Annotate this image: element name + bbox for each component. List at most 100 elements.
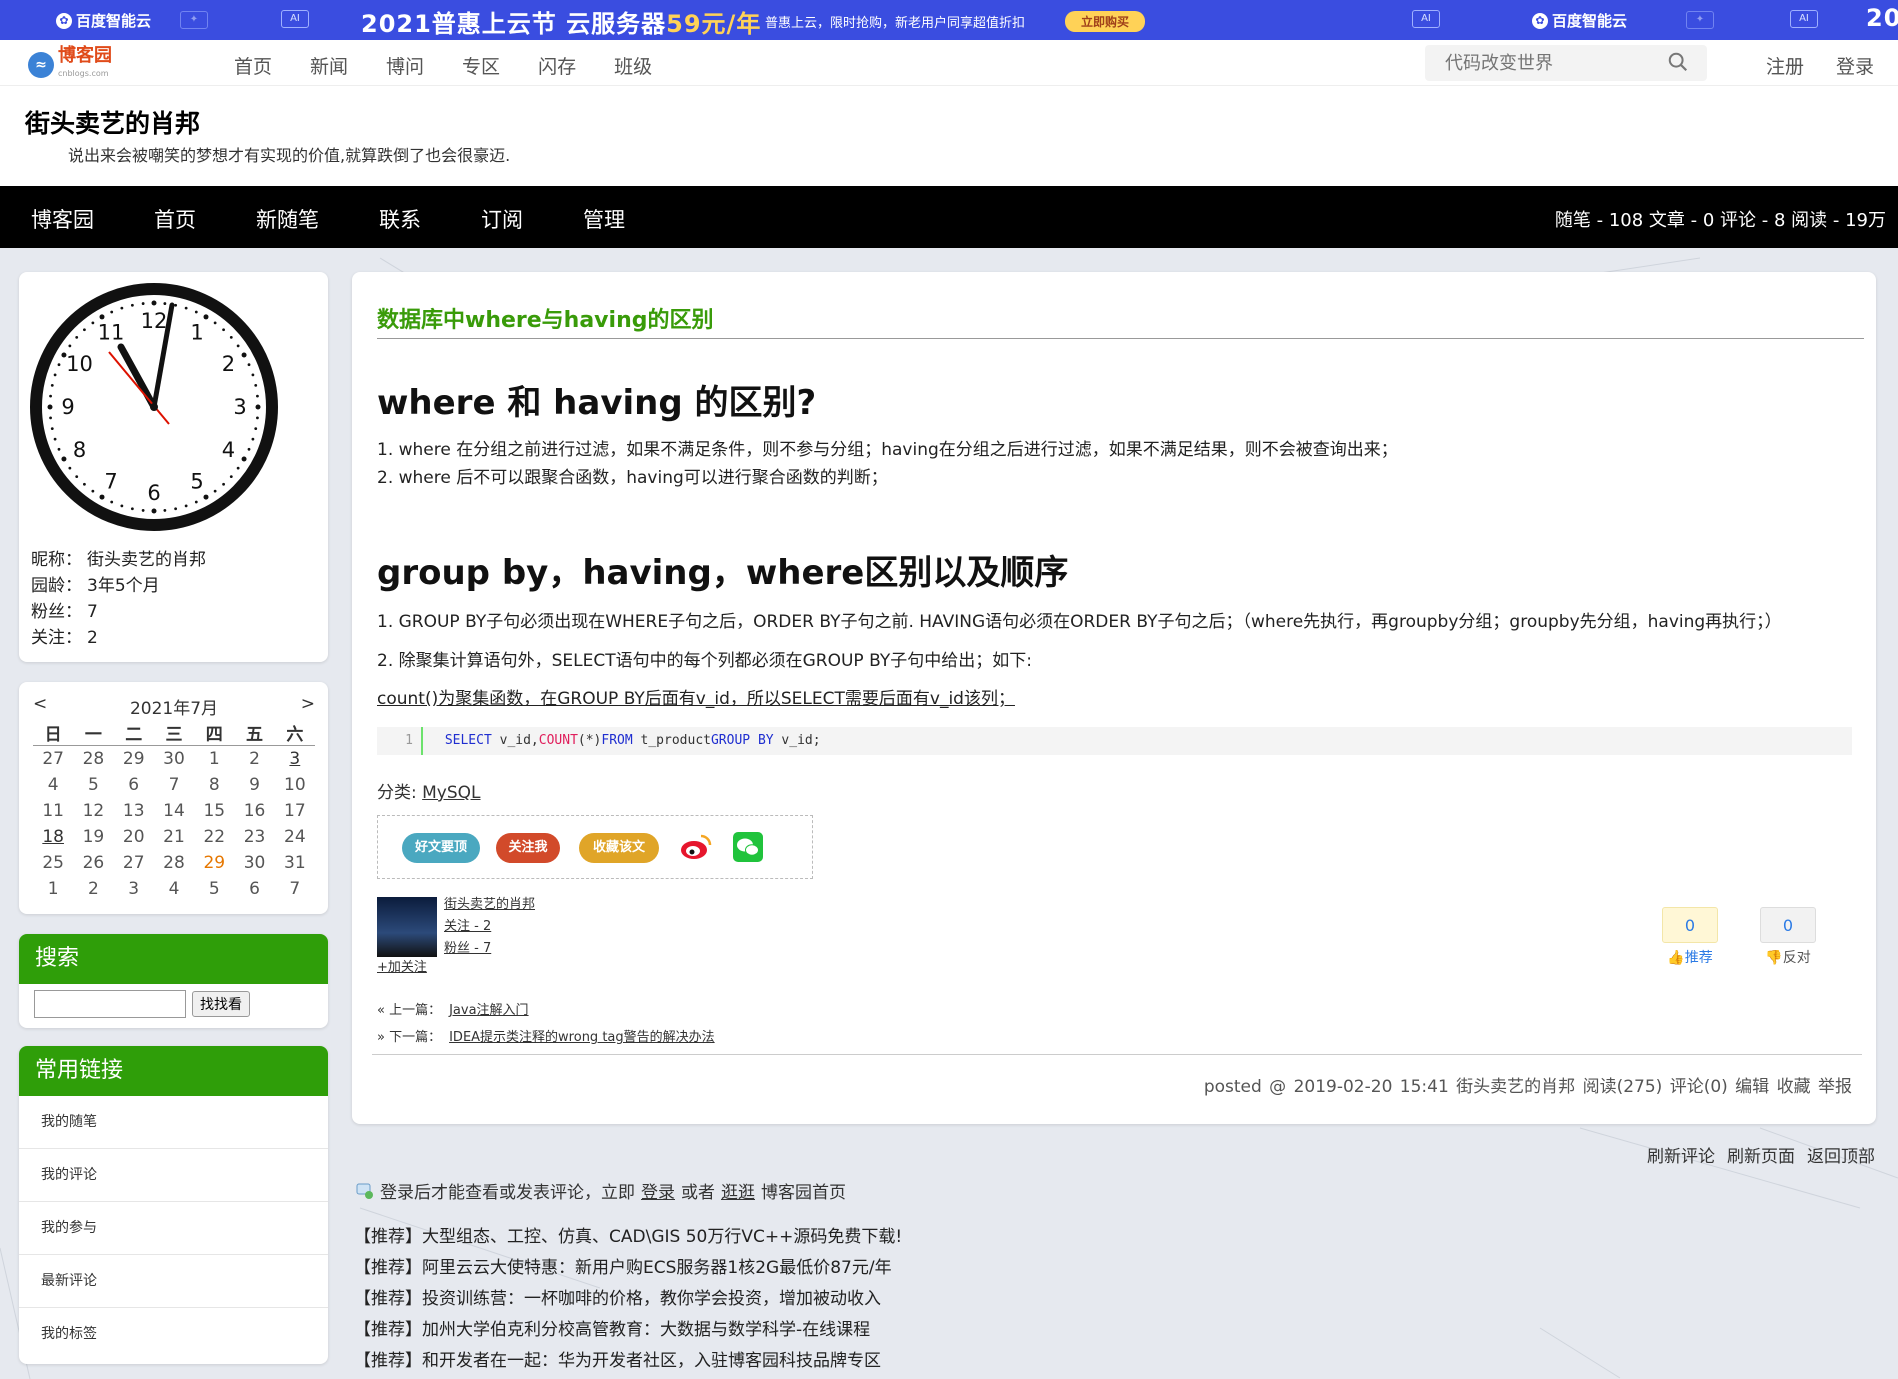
site-menu-item[interactable]: 首页	[234, 52, 272, 79]
add-follow-link[interactable]: +加关注	[377, 957, 427, 979]
blog-search-input[interactable]	[34, 990, 186, 1018]
recommendation-item[interactable]: 【推荐】大型组态、工控、仿真、CAD\GIS 50万行VC++源码免费下载!	[354, 1222, 902, 1253]
blog-nav-item[interactable]: 联系	[379, 204, 421, 234]
recommendation-item[interactable]: 【推荐】阿里云云大使特惠：新用户购ECS服务器1核2G最低价87元/年	[354, 1253, 902, 1284]
post-title[interactable]: 数据库中where与having的区别	[377, 302, 713, 334]
calendar-day[interactable]: 3	[275, 746, 315, 772]
login-link[interactable]: 登录	[1836, 52, 1874, 79]
author-following[interactable]: 关注 - 2	[444, 916, 535, 938]
calendar-day[interactable]: 4	[33, 772, 73, 798]
calendar-next-button[interactable]: >	[301, 694, 315, 719]
refresh-page-link[interactable]: 刷新页面	[1727, 1142, 1795, 1167]
calendar-day[interactable]: 30	[234, 850, 274, 876]
calendar-day[interactable]: 5	[194, 876, 234, 902]
blog-nav-item[interactable]: 订阅	[481, 204, 523, 234]
calendar-day[interactable]: 11	[33, 798, 73, 824]
calendar-day[interactable]: 12	[73, 798, 113, 824]
recommendation-item[interactable]: 【推荐】加州大学伯克利分校高管教育：大数据与数学科学-在线课程	[354, 1315, 902, 1346]
calendar-day[interactable]: 20	[114, 824, 154, 850]
calendar-day[interactable]: 27	[114, 850, 154, 876]
blog-nav-item[interactable]: 博客园	[31, 204, 94, 234]
calendar-day[interactable]: 10	[275, 772, 315, 798]
site-menu-item[interactable]: 专区	[462, 52, 500, 79]
calendar-day[interactable]: 27	[33, 746, 73, 772]
site-menu-item[interactable]: 博问	[386, 52, 424, 79]
link-my-posts[interactable]: 我的随笔	[19, 1096, 328, 1149]
weibo-icon[interactable]	[679, 832, 713, 862]
author-name[interactable]: 街头卖艺的肖邦	[444, 894, 535, 916]
site-menu-item[interactable]: 班级	[614, 52, 652, 79]
calendar-day[interactable]: 29	[114, 746, 154, 772]
search-icon[interactable]	[1667, 51, 1689, 73]
author-avatar[interactable]	[377, 897, 437, 957]
blog-title[interactable]: 街头卖艺的肖邦	[25, 104, 200, 140]
calendar-day[interactable]: 9	[234, 772, 274, 798]
calendar-day[interactable]: 3	[114, 876, 154, 902]
next-post-link[interactable]: IDEA提示类注释的wrong tag警告的解决办法	[449, 1030, 715, 1045]
recommend-post-button[interactable]: 好文要顶	[402, 833, 480, 863]
calendar-day[interactable]: 6	[114, 772, 154, 798]
calendar-day[interactable]: 5	[73, 772, 113, 798]
calendar-day[interactable]: 25	[33, 850, 73, 876]
wechat-icon[interactable]	[733, 832, 763, 862]
blog-nav-item[interactable]: 管理	[583, 204, 625, 234]
profile-nickname[interactable]: 街头卖艺的肖邦	[87, 550, 206, 570]
calendar-day[interactable]: 15	[194, 798, 234, 824]
cnblogs-logo[interactable]: ≈ 博客园 cnblogs.com	[28, 47, 112, 83]
follow-me-button[interactable]: 关注我	[496, 833, 560, 863]
prev-post-link[interactable]: Java注解入门	[449, 1003, 528, 1018]
link-latest-comments[interactable]: 最新评论	[19, 1255, 328, 1308]
recommendation-item[interactable]: 【推荐】投资训练营：一杯咖啡的价格，教你学会投资，增加被动收入	[354, 1284, 902, 1315]
back-to-top-link[interactable]: 返回顶部	[1807, 1142, 1875, 1167]
link-my-comments[interactable]: 我的评论	[19, 1149, 328, 1202]
calendar-day[interactable]: 16	[234, 798, 274, 824]
calendar-day[interactable]: 1	[194, 746, 234, 772]
calendar-day[interactable]: 28	[73, 746, 113, 772]
recommendation-item[interactable]: 【推荐】和开发者在一起：华为开发者社区，入驻博客园科技品牌专区	[354, 1346, 902, 1377]
calendar-day[interactable]: 26	[73, 850, 113, 876]
link-my-tags[interactable]: 我的标签	[19, 1308, 328, 1361]
calendar-day[interactable]: 29	[194, 850, 234, 876]
calendar-prev-button[interactable]: <	[33, 694, 47, 719]
oppose-vote[interactable]: 0 👎反对	[1760, 907, 1816, 967]
site-menu-item[interactable]: 闪存	[538, 52, 576, 79]
calendar-day[interactable]: 6	[234, 876, 274, 902]
calendar-day[interactable]: 13	[114, 798, 154, 824]
calendar-day[interactable]: 2	[234, 746, 274, 772]
calendar-day[interactable]: 30	[154, 746, 194, 772]
favorite-post-button[interactable]: 收藏该文	[579, 833, 659, 863]
ad-buy-button[interactable]: 立即购买	[1065, 11, 1146, 32]
ad-banner[interactable]: ✿ 百度智能云 ✦ AI 2021普惠上云节 云服务器59元/年 普惠上云，限时…	[0, 0, 1898, 40]
calendar-day[interactable]: 28	[154, 850, 194, 876]
calendar-day[interactable]: 1	[33, 876, 73, 902]
calendar-day[interactable]: 7	[154, 772, 194, 798]
calendar-day[interactable]: 18	[33, 824, 73, 850]
author-fans[interactable]: 粉丝 - 7	[444, 938, 535, 960]
login-link[interactable]: 登录	[641, 1178, 675, 1203]
calendar-day[interactable]: 14	[154, 798, 194, 824]
calendar-day[interactable]: 19	[73, 824, 113, 850]
profile-following[interactable]: 2	[87, 628, 98, 648]
calendar-day[interactable]: 2	[73, 876, 113, 902]
calendar-day[interactable]: 22	[194, 824, 234, 850]
blog-search-button[interactable]: 找找看	[192, 991, 250, 1017]
calendar-day[interactable]: 7	[275, 876, 315, 902]
stroll-link[interactable]: 逛逛	[721, 1178, 755, 1203]
blog-nav-item[interactable]: 首页	[154, 204, 196, 234]
register-link[interactable]: 注册	[1766, 52, 1804, 79]
link-my-participation[interactable]: 我的参与	[19, 1202, 328, 1255]
calendar-day[interactable]: 31	[275, 850, 315, 876]
category-link[interactable]: MySQL	[422, 783, 480, 803]
calendar-day[interactable]: 24	[275, 824, 315, 850]
calendar-day[interactable]: 17	[275, 798, 315, 824]
site-search-input[interactable]	[1425, 45, 1645, 81]
refresh-comments-link[interactable]: 刷新评论	[1647, 1142, 1715, 1167]
profile-fans[interactable]: 7	[87, 602, 98, 622]
calendar-day[interactable]: 8	[194, 772, 234, 798]
calendar-day[interactable]: 23	[234, 824, 274, 850]
blog-nav-item[interactable]: 新随笔	[256, 204, 319, 234]
calendar-day[interactable]: 21	[154, 824, 194, 850]
calendar-day[interactable]: 4	[154, 876, 194, 902]
recommend-vote[interactable]: 0 👍推荐	[1662, 907, 1718, 967]
site-menu-item[interactable]: 新闻	[310, 52, 348, 79]
